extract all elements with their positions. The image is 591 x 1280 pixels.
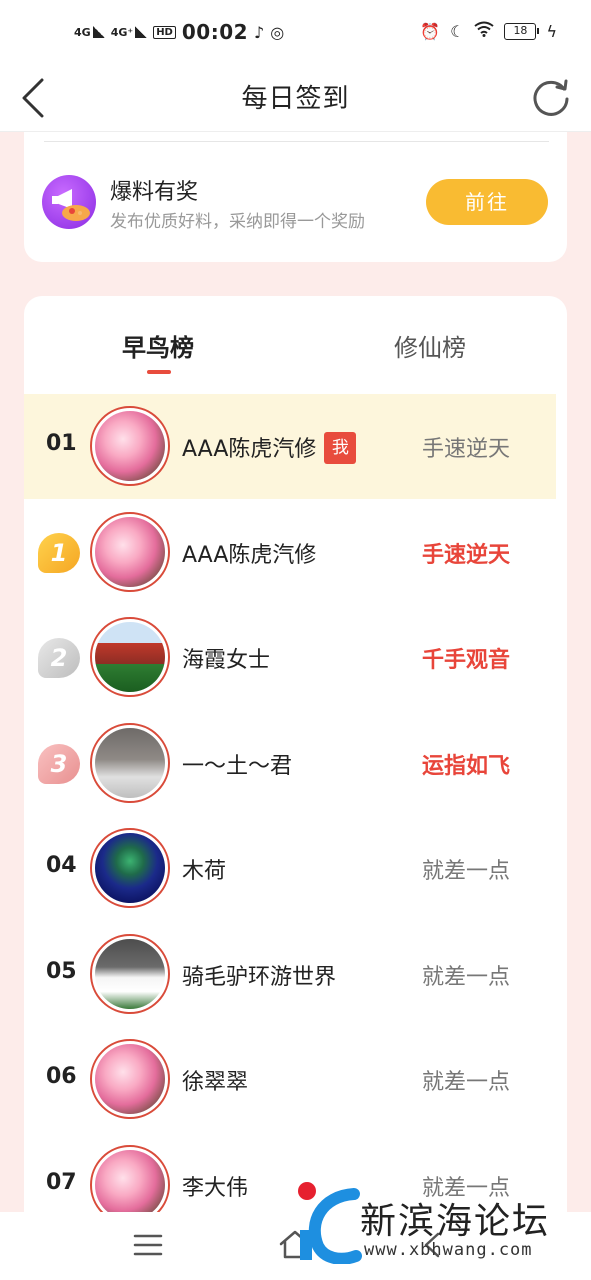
watermark-dot xyxy=(298,1182,316,1200)
rank-title: 就差一点 xyxy=(422,1070,511,1095)
avatar[interactable] xyxy=(90,1039,170,1119)
battery-icon: 18 xyxy=(504,22,540,40)
bronze-medal-icon: 3 xyxy=(38,744,80,784)
promo-title: 爆料有奖 xyxy=(110,180,199,205)
nav-bar: 每日签到 xyxy=(0,62,591,132)
status-bar: 4G 4G⁺ HD 00:02 ♪ ◎ ⏰ ☾ 18 ϟ xyxy=(0,0,591,62)
alarm-icon: ⏰ xyxy=(420,21,441,41)
rank-title: 手速逆天 xyxy=(422,543,511,568)
leaderboard-card: 早鸟榜 修仙榜 01 AAA陈虎汽修我 手速逆天 1 AAA陈虎汽修 手速逆天 … xyxy=(24,296,567,1236)
watermark-title: 新滨海论坛 xyxy=(360,1201,551,1242)
user-name: 海霞女士 xyxy=(182,648,271,673)
user-name: AAA陈虎汽修我 xyxy=(182,431,357,466)
megaphone-icon xyxy=(42,175,96,229)
avatar[interactable] xyxy=(90,723,170,803)
user-name: 李大伟 xyxy=(182,1176,249,1201)
user-name-text: AAA陈虎汽修 xyxy=(182,437,317,462)
list-item[interactable]: 3 一～土～君 运指如飞 xyxy=(24,711,556,816)
rank-number: 07 xyxy=(46,1170,77,1195)
rank-number: 05 xyxy=(46,959,77,984)
wifi-icon xyxy=(474,21,495,41)
rank-title: 就差一点 xyxy=(422,859,511,884)
app-notification-icon: ◎ xyxy=(270,22,285,42)
avatar[interactable] xyxy=(90,512,170,592)
rank-number: 04 xyxy=(46,853,77,878)
user-name: 一～土～君 xyxy=(182,754,293,779)
list-item[interactable]: 05 骑毛驴环游世界 就差一点 xyxy=(24,922,556,1027)
avatar[interactable] xyxy=(90,934,170,1014)
rank-number: 01 xyxy=(46,431,77,456)
refresh-icon xyxy=(533,79,569,116)
divider xyxy=(44,141,549,142)
promo-card: 爆料有奖 发布优质好料，采纳即得一个奖励 前往 xyxy=(24,132,567,262)
hd-icon: HD xyxy=(153,25,176,39)
tab-active-indicator xyxy=(147,370,171,374)
rank-title: 运指如飞 xyxy=(422,754,511,779)
list-item[interactable]: 1 AAA陈虎汽修 手速逆天 xyxy=(24,500,556,605)
status-left: 4G 4G⁺ HD 00:02 ♪ ◎ xyxy=(74,20,284,44)
list-item[interactable]: 04 木荷 就差一点 xyxy=(24,816,556,921)
tab-early-bird[interactable]: 早鸟榜 xyxy=(122,328,194,363)
rank-number: 06 xyxy=(46,1064,77,1089)
menu-icon[interactable] xyxy=(133,1232,163,1258)
promo-subtitle: 发布优质好料，采纳即得一个奖励 xyxy=(110,212,365,232)
user-name: 骑毛驴环游世界 xyxy=(182,965,337,990)
me-badge: 我 xyxy=(324,432,357,464)
list-item[interactable]: 06 徐翠翠 就差一点 xyxy=(24,1027,556,1132)
rank-title: 千手观音 xyxy=(422,648,511,673)
rank-title: 就差一点 xyxy=(422,965,511,990)
gold-medal-icon: 1 xyxy=(38,533,80,573)
status-right: ⏰ ☾ 18 ϟ xyxy=(420,21,557,41)
page-title: 每日签到 xyxy=(241,84,350,114)
my-rank-row[interactable]: 01 AAA陈虎汽修我 手速逆天 xyxy=(24,394,556,499)
user-name: AAA陈虎汽修 xyxy=(182,543,317,568)
watermark-url: www.xbhwang.com xyxy=(364,1240,533,1260)
user-name: 木荷 xyxy=(182,859,227,884)
signal-icon-2: 4G⁺ xyxy=(111,25,148,38)
avatar[interactable] xyxy=(90,828,170,908)
user-name: 徐翠翠 xyxy=(182,1070,249,1095)
tiktok-icon: ♪ xyxy=(254,22,265,42)
moon-icon: ☾ xyxy=(450,21,465,41)
avatar[interactable] xyxy=(90,617,170,697)
rank-title: 手速逆天 xyxy=(422,437,511,462)
tab-xiuxian[interactable]: 修仙榜 xyxy=(394,328,466,363)
watermark: 新滨海论坛 www.xbhwang.com xyxy=(294,1176,584,1280)
go-button[interactable]: 前往 xyxy=(426,179,548,225)
signal-icon-1: 4G xyxy=(74,25,105,38)
list-item[interactable]: 2 海霞女士 千手观音 xyxy=(24,605,556,710)
refresh-button[interactable] xyxy=(531,73,571,117)
silver-medal-icon: 2 xyxy=(38,638,80,678)
avatar[interactable] xyxy=(90,406,170,486)
charging-icon: ϟ xyxy=(546,21,557,41)
status-time: 00:02 xyxy=(181,20,249,44)
